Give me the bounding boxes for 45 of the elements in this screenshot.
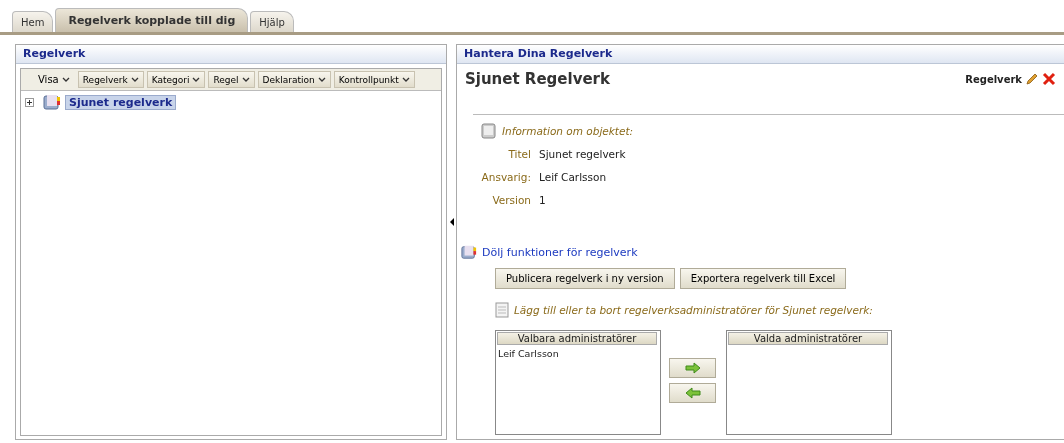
menu-dropdown[interactable]: Regelverk: [77, 71, 144, 88]
book-icon: [461, 244, 477, 260]
expand-icon[interactable]: [25, 97, 34, 107]
list-header: Valda administratörer: [728, 332, 888, 345]
book-icon: [43, 94, 61, 110]
right-arrow-icon: [684, 362, 701, 374]
caret-icon: [130, 76, 139, 83]
caret-icon: [192, 76, 201, 83]
field-value: Leif Carlsson: [539, 171, 608, 183]
edit-icon[interactable]: [1025, 72, 1039, 86]
menu-dropdown[interactable]: Deklaration: [257, 71, 331, 88]
menu-dropdown[interactable]: Regel: [208, 71, 255, 88]
menu-dropdown[interactable]: Kategori: [146, 71, 206, 88]
list-item[interactable]: Leif Carlsson: [496, 347, 660, 360]
section-title: Lägg till eller ta bort regelverksadministratörer för Sjunet regelverk:: [514, 304, 873, 316]
field-label: Version: [491, 194, 531, 206]
caret-icon: [61, 76, 70, 83]
document-icon: [495, 302, 509, 318]
remove-button[interactable]: [669, 383, 716, 403]
toggle-link[interactable]: Dölj funktioner för regelverk: [482, 245, 638, 259]
action-label: Regelverk: [965, 73, 1022, 85]
field-value: 1: [539, 194, 547, 206]
tab[interactable]: Hjälp: [250, 11, 294, 32]
list-header: Valbara administratörer: [497, 332, 657, 345]
menu-dropdown[interactable]: Kontrollpunkt: [333, 71, 415, 88]
tab[interactable]: Regelverk kopplade till dig: [55, 8, 249, 32]
delete-icon[interactable]: [1042, 72, 1056, 86]
caret-icon: [317, 76, 326, 83]
add-button[interactable]: [669, 358, 716, 378]
field-label: Titel: [507, 148, 531, 160]
action-button[interactable]: Exportera regelverk till Excel: [679, 268, 847, 289]
object-heading: Sjunet Regelverk: [465, 70, 610, 88]
tree-item[interactable]: Sjunet regelverk: [65, 94, 177, 110]
panel-title: Regelverk: [16, 45, 446, 64]
field-value: Sjunet regelverk: [539, 148, 627, 160]
left-arrow-icon: [684, 387, 701, 399]
menu-dropdown[interactable]: Visa: [33, 71, 75, 88]
panel-title: Hantera Dina Regelverk: [457, 45, 1064, 64]
caret-icon: [401, 76, 410, 83]
action-button[interactable]: Publicera regelverk i ny version: [495, 268, 675, 289]
document-icon: [481, 123, 497, 139]
tab[interactable]: Hem: [12, 11, 54, 32]
field-label: Ansvarig:: [480, 171, 531, 183]
caret-icon: [241, 76, 250, 83]
section-title: Information om objektet:: [502, 125, 634, 137]
